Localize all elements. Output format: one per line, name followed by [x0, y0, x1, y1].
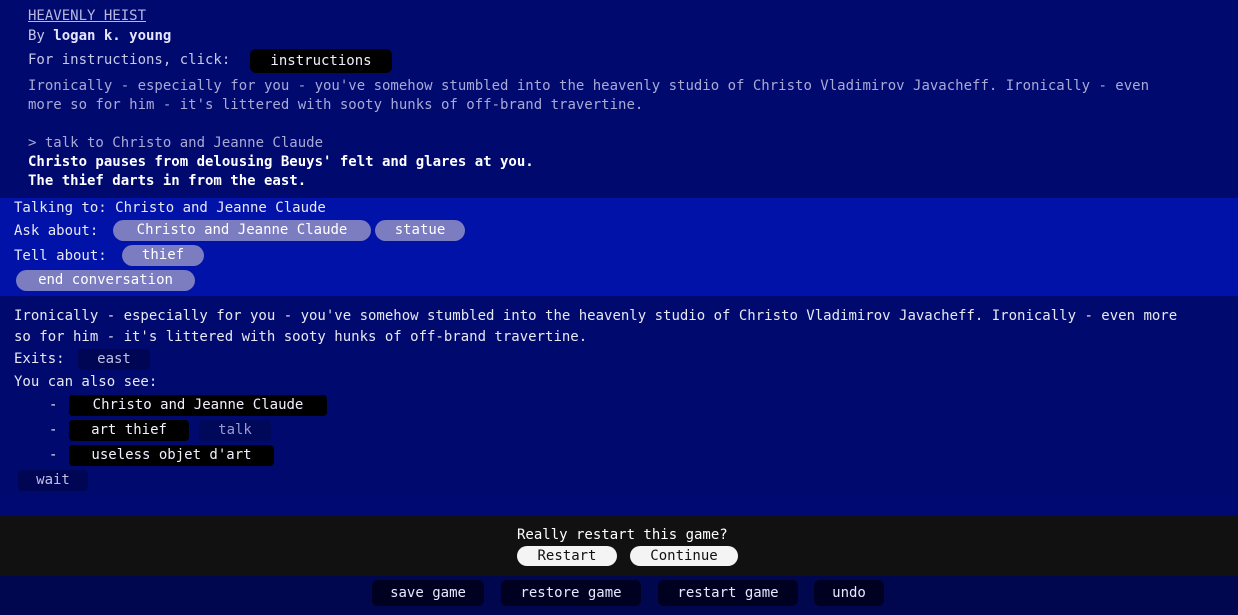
instructions-prompt: For instructions, click:	[28, 52, 231, 68]
room-desc-line-1: Ironically - especially for you - you've…	[14, 308, 1178, 324]
exit-east-button[interactable]: east	[78, 349, 150, 370]
player-command: > talk to Christo and Jeanne Claude	[28, 135, 324, 151]
save-game-button[interactable]: save game	[372, 580, 484, 606]
instructions-button[interactable]: instructions	[250, 49, 392, 73]
talking-to-label: Talking to: Christo and Jeanne Claude	[14, 200, 326, 216]
wait-button[interactable]: wait	[18, 470, 88, 491]
talk-to-thief-button[interactable]: talk	[199, 420, 271, 441]
intro-text-line-1: Ironically - especially for you - you've…	[28, 78, 1150, 94]
room-description-panel: Ironically - especially for you - you've…	[0, 296, 1238, 496]
restart-confirm-button[interactable]: Restart	[517, 546, 617, 566]
object-bullet: -	[49, 397, 58, 413]
byline-prefix: By	[28, 28, 54, 44]
object-art-thief[interactable]: art thief	[69, 420, 189, 441]
restart-confirm-dialog: Really restart this game? Restart Contin…	[0, 516, 1238, 576]
ask-topic-statue[interactable]: statue	[375, 220, 465, 241]
restart-game-button[interactable]: restart game	[658, 580, 798, 606]
conversation-panel: Talking to: Christo and Jeanne Claude As…	[0, 198, 1238, 296]
tell-about-label: Tell about:	[14, 248, 107, 264]
ask-topic-christo[interactable]: Christo and Jeanne Claude	[113, 220, 371, 241]
intro-text-line-2: more so for him - it's littered with soo…	[28, 97, 644, 113]
response-line-2: The thief darts in from the east.	[28, 173, 307, 189]
byline: By logan k. young	[28, 27, 171, 46]
tell-topic-thief[interactable]: thief	[122, 245, 204, 266]
response-line-1: Christo pauses from delousing Beuys' fel…	[28, 154, 534, 170]
object-bullet: -	[49, 447, 58, 463]
game-toolbar: save game restore game restart game undo	[0, 576, 1238, 615]
restore-game-button[interactable]: restore game	[501, 580, 641, 606]
end-conversation-button[interactable]: end conversation	[16, 270, 195, 291]
restart-question: Really restart this game?	[517, 527, 728, 543]
room-footer-band	[0, 496, 1238, 516]
undo-button[interactable]: undo	[814, 580, 884, 606]
exits-label: Exits:	[14, 351, 65, 367]
object-christo-and-jeanne-claude[interactable]: Christo and Jeanne Claude	[69, 395, 327, 416]
object-bullet: -	[49, 422, 58, 438]
ask-about-label: Ask about:	[14, 223, 99, 239]
story-transcript: HEAVENLY HEIST By logan k. young For ins…	[0, 0, 1238, 198]
author-name: logan k. young	[53, 28, 172, 44]
object-useless-objet-dart[interactable]: useless objet d'art	[69, 445, 274, 466]
game-title: HEAVENLY HEIST	[28, 8, 147, 24]
continue-button[interactable]: Continue	[630, 546, 738, 566]
see-label: You can also see:	[14, 374, 158, 390]
room-desc-line-2: so for him - it's littered with sooty hu…	[14, 329, 588, 345]
